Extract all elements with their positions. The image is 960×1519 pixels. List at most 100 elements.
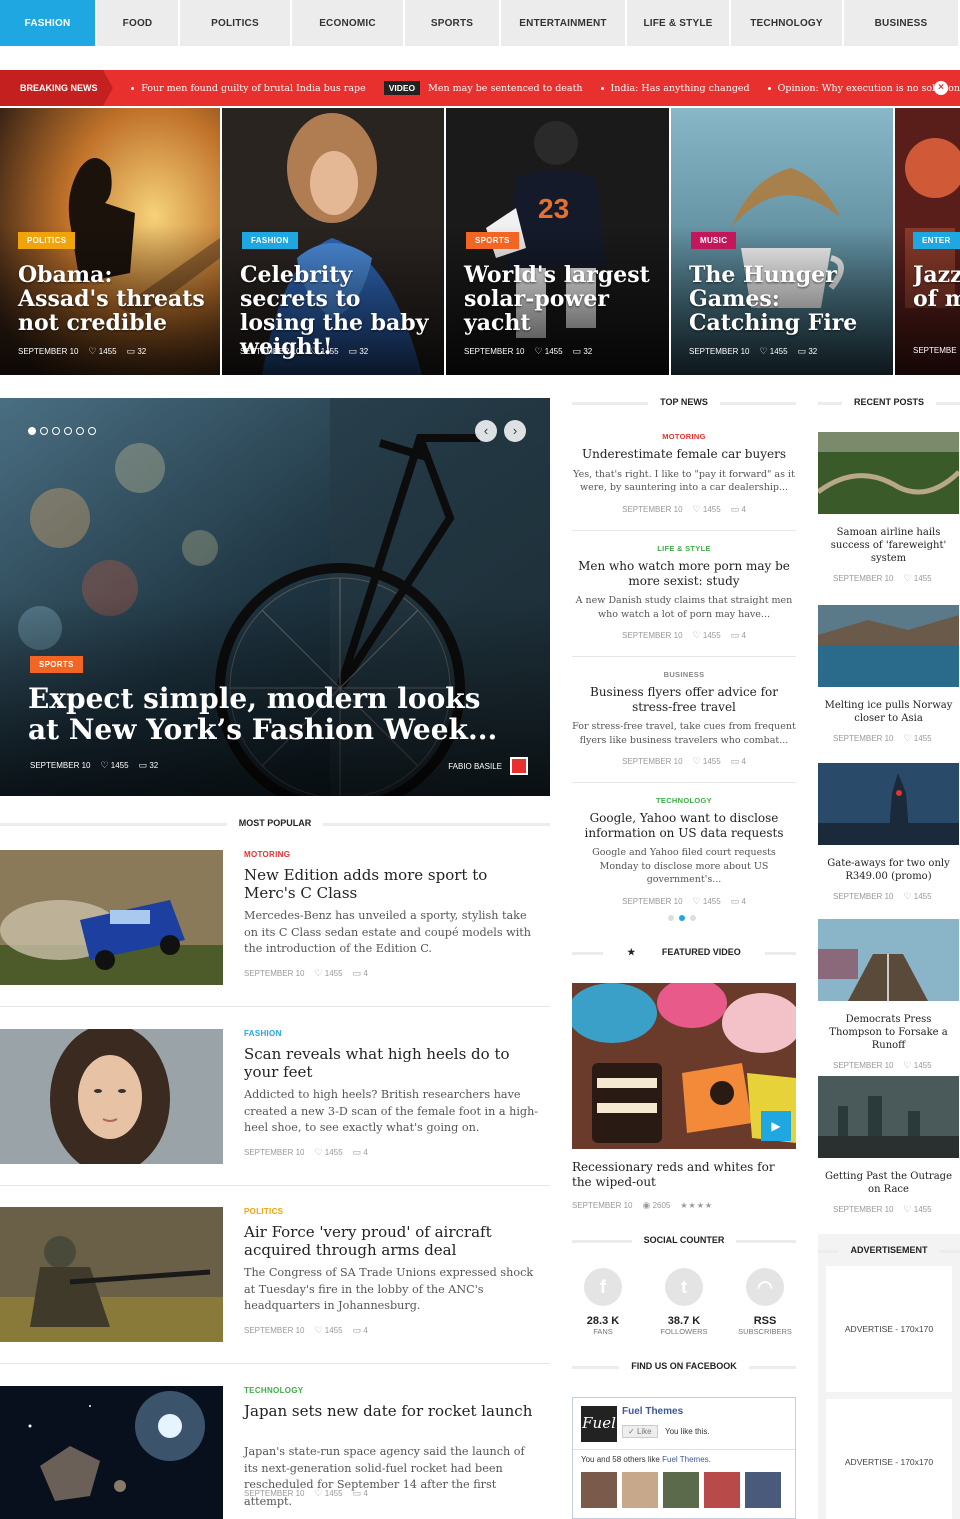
category-badge[interactable]: MUSIC	[691, 232, 737, 249]
nav-item-economic[interactable]: ECONOMIC	[292, 0, 405, 46]
nav-item-politics[interactable]: POLITICS	[180, 0, 292, 46]
play-icon[interactable]: ▶	[761, 1111, 791, 1141]
next-arrow-icon[interactable]: ›	[504, 420, 526, 442]
social-twitter[interactable]: t 38.7 K FOLLOWERS	[654, 1268, 714, 1336]
page-name-link[interactable]: Fuel Themes	[622, 1406, 683, 1417]
list-item[interactable]: POLITICS Air Force 'very proud' of aircr…	[0, 1207, 550, 1342]
breaking-news-item[interactable]: Four men found guilty of brutal India bu…	[131, 81, 366, 95]
slider-dots[interactable]	[28, 427, 96, 435]
nav-item-fashion[interactable]: FASHION	[0, 0, 97, 46]
nav-item-food[interactable]: FOOD	[97, 0, 180, 46]
category-badge[interactable]: ENTER	[913, 232, 960, 249]
feature-title[interactable]: World's largest solar-power yacht	[464, 263, 654, 335]
popular-thumb[interactable]	[0, 1029, 223, 1164]
avatar	[745, 1472, 781, 1508]
recent-post[interactable]: Getting Past the Outrage on Race SEPTEMB…	[818, 1076, 959, 1215]
feature-card[interactable]: 23 SPORTS World's largest solar-power ya…	[446, 108, 669, 375]
feature-card[interactable]: FASHION Celebrity secrets to losing the …	[222, 108, 444, 375]
recent-post[interactable]: Melting ice pulls Norway closer to Asia …	[818, 605, 959, 744]
nav-item-entertainment[interactable]: ENTERTAINMENT	[501, 0, 627, 46]
feature-title[interactable]: Jazz of m	[913, 263, 960, 311]
article-title[interactable]: Google, Yahoo want to disclose informati…	[572, 811, 796, 840]
page-link[interactable]: Fuel Themes	[662, 1455, 709, 1464]
category-label[interactable]: LIFE & STYLE	[572, 544, 796, 553]
hero-author[interactable]: FABIO BASILE	[448, 757, 528, 775]
category-badge[interactable]: SPORTS	[30, 656, 83, 673]
social-facebook[interactable]: f 28.3 K FANS	[573, 1268, 633, 1336]
article-title[interactable]: Air Force 'very proud' of aircraft acqui…	[244, 1223, 534, 1259]
category-label[interactable]: TECHNOLOGY	[244, 1386, 303, 1395]
article-title[interactable]: Japan sets new date for rocket launch	[244, 1402, 534, 1420]
top-news-pager[interactable]	[668, 915, 696, 921]
category-label[interactable]: TECHNOLOGY	[572, 796, 796, 805]
category-label[interactable]: POLITICS	[244, 1207, 283, 1216]
article-title[interactable]: Underestimate female car buyers	[572, 447, 796, 462]
category-label[interactable]: MOTORING	[244, 850, 290, 859]
nav-item-technology[interactable]: TECHNOLOGY	[731, 0, 844, 46]
category-label[interactable]: FASHION	[244, 1029, 282, 1038]
top-news-item[interactable]: MOTORING Underestimate female car buyers…	[572, 432, 796, 515]
category-badge[interactable]: SPORTS	[466, 232, 519, 249]
heart-icon: ♡	[903, 1060, 912, 1070]
list-item[interactable]: FASHION Scan reveals what high heels do …	[0, 1029, 550, 1164]
breaking-news-item[interactable]: India: Has anything changed	[600, 81, 750, 95]
close-icon[interactable]: ×	[934, 81, 948, 95]
popular-thumb[interactable]	[0, 1207, 223, 1342]
comment-icon: ▭	[348, 346, 358, 356]
category-label[interactable]: MOTORING	[572, 432, 796, 441]
hero-title[interactable]: Expect simple, modern looks at New York’…	[28, 683, 498, 745]
hero-slider[interactable]: ‹ › SPORTS Expect simple, modern looks a…	[0, 398, 550, 796]
article-title[interactable]: Business flyers offer advice for stress-…	[572, 685, 796, 714]
nav-item-sports[interactable]: SPORTS	[405, 0, 501, 46]
slider-dot[interactable]	[64, 427, 72, 435]
popular-thumb[interactable]	[0, 850, 223, 985]
feature-card[interactable]: ENTER Jazz of m SEPTEMBE	[895, 108, 960, 375]
breaking-news-item[interactable]: Opinion: Why execution is no solution	[767, 81, 960, 95]
article-title[interactable]: New Edition adds more sport to Merc's C …	[244, 866, 534, 902]
article-meta: SEPTEMBER 10 ♡ 1455 ▭ 4	[622, 895, 746, 906]
video-title[interactable]: Recessionary reds and whites for the wip…	[572, 1160, 798, 1190]
category-badge[interactable]: FASHION	[242, 232, 298, 249]
featured-video[interactable]: ▶	[572, 983, 796, 1149]
list-item[interactable]: MOTORING New Edition adds more sport to …	[0, 850, 550, 985]
category-badge[interactable]: POLITICS	[18, 232, 76, 249]
feature-title[interactable]: The Hunger Games: Catching Fire	[689, 263, 879, 335]
heart-icon: ♡	[310, 346, 319, 356]
nav-item-life-style[interactable]: LIFE & STYLE	[627, 0, 731, 46]
top-news-item[interactable]: LIFE & STYLE Men who watch more porn may…	[572, 544, 796, 641]
list-item[interactable]: TECHNOLOGY Japan sets new date for rocke…	[0, 1386, 550, 1519]
feature-card[interactable]: MUSIC The Hunger Games: Catching Fire SE…	[671, 108, 893, 375]
slider-dot[interactable]	[76, 427, 84, 435]
recent-posts-heading: RECENT POSTS	[818, 396, 960, 408]
comment-icon: ▭	[352, 1488, 362, 1498]
article-title[interactable]: Scan reveals what high heels do to your …	[244, 1045, 534, 1081]
prev-arrow-icon[interactable]: ‹	[475, 420, 497, 442]
slider-dot[interactable]	[88, 427, 96, 435]
popular-thumb[interactable]	[0, 1386, 223, 1519]
category-label[interactable]: BUSINESS	[572, 670, 796, 679]
feature-title[interactable]: Celebrity secrets to losing the baby wei…	[240, 263, 430, 359]
social-rss[interactable]: ◠ RSS SUBSCRIBERS	[735, 1268, 795, 1336]
slider-dot[interactable]	[52, 427, 60, 435]
top-news-item[interactable]: BUSINESS Business flyers offer advice fo…	[572, 670, 796, 767]
recent-post[interactable]: Gate-aways for two only R349.00 (promo) …	[818, 763, 959, 902]
article-excerpt: The Congress of SA Trade Unions expresse…	[244, 1266, 534, 1312]
top-news-item[interactable]: TECHNOLOGY Google, Yahoo want to disclos…	[572, 796, 796, 907]
breaking-news-item[interactable]: VIDEO Men may be sentenced to death	[383, 81, 583, 95]
slider-dot[interactable]	[40, 427, 48, 435]
star-icon: ★	[615, 946, 648, 957]
ad-slot[interactable]: ADVERTISE - 170x170	[826, 1399, 952, 1519]
article-excerpt: Google and Yahoo filed court requests Mo…	[592, 847, 776, 885]
recent-post[interactable]: Democrats Press Thompson to Forsake a Ru…	[818, 919, 959, 1071]
article-meta: SEPTEMBER 10 ♡ 1455 ▭ 4	[244, 1325, 368, 1335]
page-logo[interactable]: Fuel	[581, 1406, 617, 1442]
article-title[interactable]: Men who watch more porn may be more sexi…	[572, 559, 796, 588]
recent-thumb	[818, 919, 959, 1001]
like-button[interactable]: ✓ Like	[622, 1425, 658, 1438]
feature-title[interactable]: Obama: Assad's threats not credible	[18, 263, 208, 335]
recent-post[interactable]: Samoan airline hails success of 'farewei…	[818, 432, 959, 584]
nav-item-business[interactable]: BUSINESS	[844, 0, 960, 46]
slider-dot[interactable]	[28, 427, 36, 435]
feature-card[interactable]: POLITICS Obama: Assad's threats not cred…	[0, 108, 220, 375]
ad-slot[interactable]: ADVERTISE - 170x170	[826, 1266, 952, 1392]
